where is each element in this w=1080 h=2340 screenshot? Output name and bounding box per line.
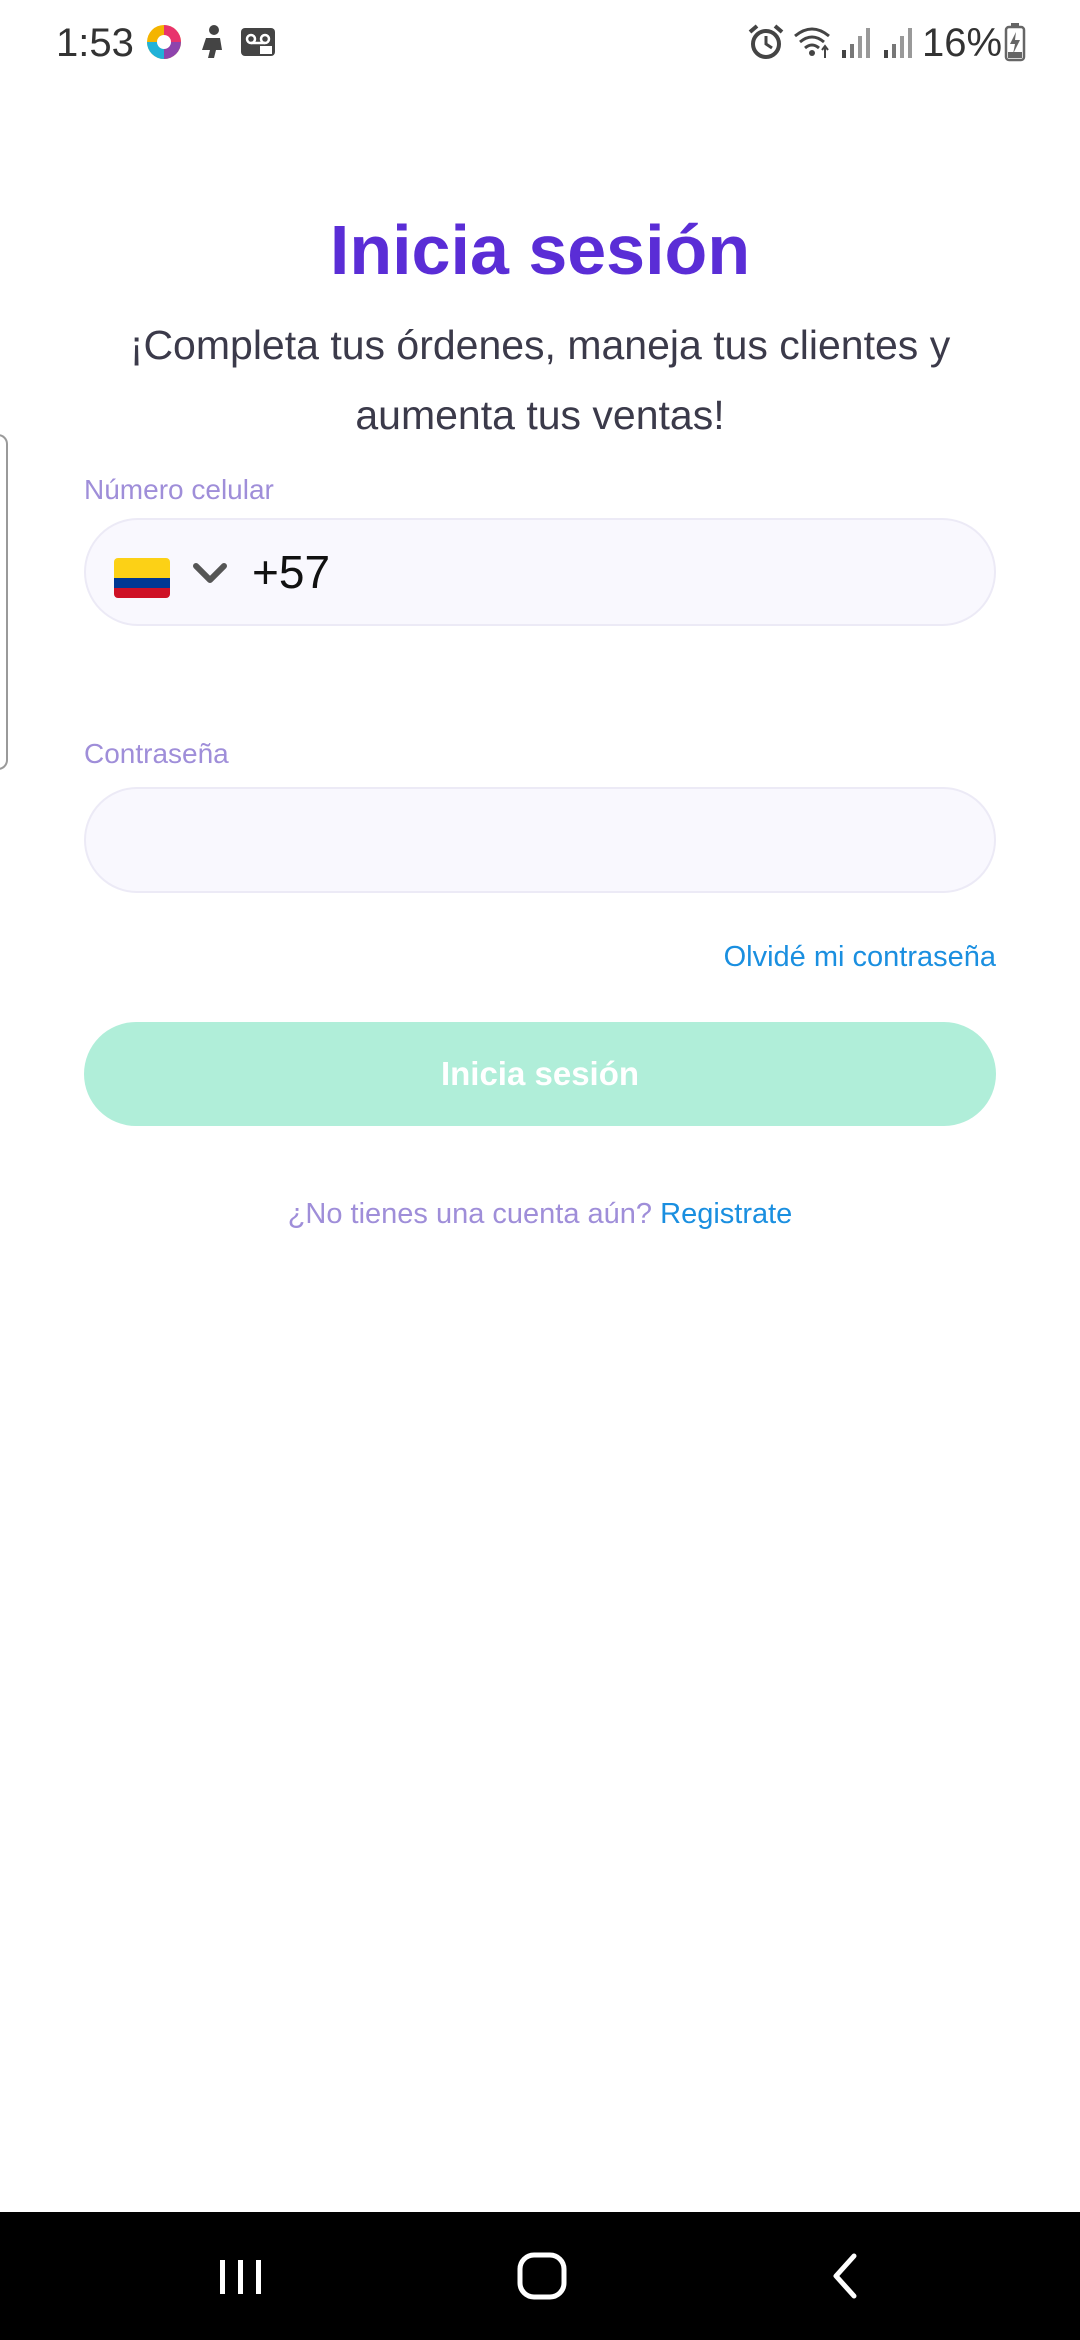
chevron-down-icon[interactable] [192,560,228,588]
status-bar: 1:53 16% [0,0,1080,86]
wifi-icon [792,22,832,62]
phone-input[interactable] [346,544,966,600]
voicemail-icon [238,22,278,62]
battery-charging-icon [1004,22,1026,62]
dial-code: +57 [252,546,331,598]
browser-app-icon [144,22,184,62]
recent-apps-icon[interactable] [208,2246,272,2306]
forgot-password-link[interactable]: Olvidé mi contraseña [724,938,996,976]
home-icon[interactable] [510,2246,574,2306]
password-input[interactable] [126,813,956,869]
signup-row: ¿No tienes una cuenta aún? Registrate [0,1195,1080,1233]
battery-percentage: 16% [922,21,1003,65]
page-title: Inicia sesión [329,211,751,289]
figure-icon [192,22,232,62]
phone-label: Número celular [84,474,274,505]
back-icon[interactable] [812,2246,876,2306]
signup-prompt: ¿No tienes una cuenta aún? [287,1198,653,1230]
colombia-flag-icon[interactable] [114,558,170,598]
password-field[interactable] [84,787,996,893]
page-subtitle: ¡Completa tus órdenes, maneja tus client… [129,322,951,438]
navigation-bar [0,2212,1080,2340]
status-time: 1:53 [56,21,134,65]
signup-link[interactable]: Registrate [660,1198,792,1230]
password-label: Contraseña [84,738,229,769]
alarm-icon [746,22,786,62]
login-button[interactable]: Inicia sesión [84,1022,996,1126]
signal-icon [878,22,918,62]
edge-panel-handle[interactable] [0,434,8,770]
phone-field[interactable]: +57 [84,518,996,626]
signal-icon [836,22,876,62]
